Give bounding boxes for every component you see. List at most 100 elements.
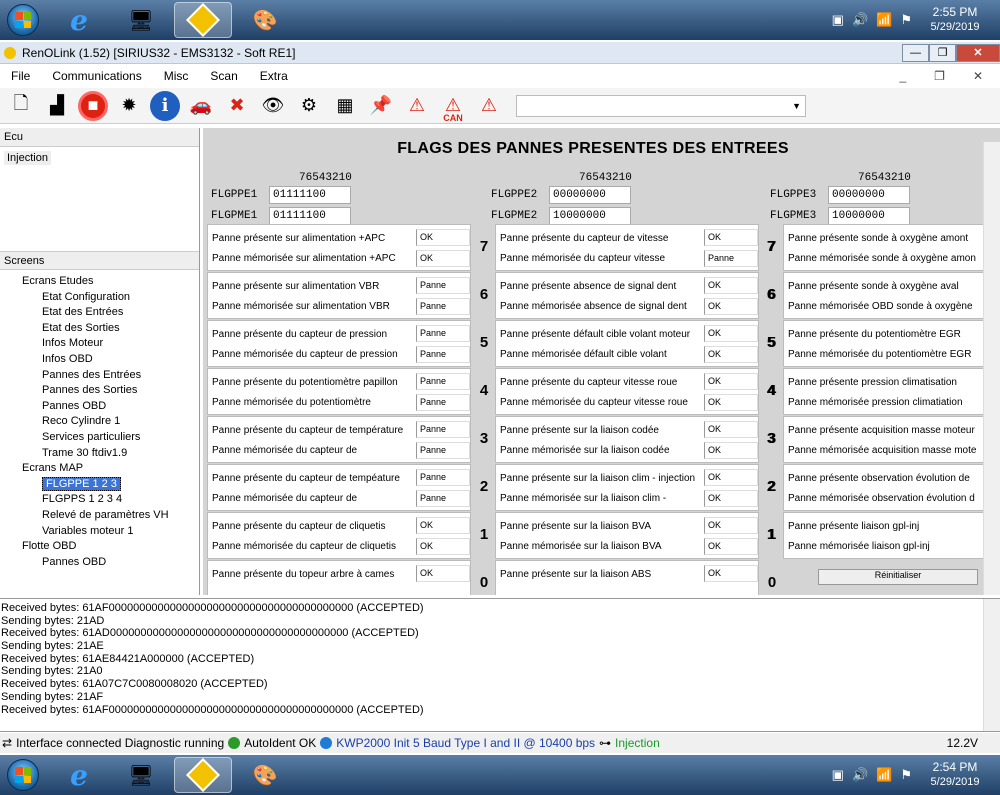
- fault-present-label: Panne présente absence de signal dent: [500, 281, 677, 292]
- cancel-button[interactable]: ✖: [222, 91, 252, 121]
- tree-item[interactable]: Infos OBD: [2, 352, 199, 368]
- clock[interactable]: 2:55 PM 5/29/2019: [920, 5, 990, 35]
- maximize-button[interactable]: ❐: [929, 43, 956, 62]
- taskbar-computer-button[interactable]: 🖥: [112, 2, 170, 38]
- stairs-button[interactable]: ▟: [42, 91, 72, 121]
- menu-file[interactable]: File: [0, 69, 41, 83]
- windows-logo-icon: [7, 4, 39, 36]
- mdi-minimize-icon[interactable]: _: [888, 69, 917, 83]
- menu-scan[interactable]: Scan: [199, 69, 248, 83]
- tree-item-label: Relevé de paramètres VH: [42, 508, 169, 521]
- fault-present-value: Panne: [416, 469, 470, 486]
- device-icon[interactable]: ▣: [832, 12, 844, 28]
- device-icon[interactable]: ▣: [832, 767, 844, 783]
- fault-present-label: Panne présente sonde à oxygène amont: [788, 233, 969, 244]
- start-button[interactable]: [0, 1, 46, 39]
- ecu-item-injection[interactable]: Injection: [4, 151, 51, 165]
- bit-number: 1: [479, 526, 489, 543]
- volume-icon[interactable]: 🔊: [852, 12, 868, 28]
- tree-item[interactable]: Infos Moteur: [2, 336, 199, 352]
- taskbar-renolink-button[interactable]: [174, 757, 232, 793]
- tree-item[interactable]: Variables moteur 1: [2, 524, 199, 540]
- info-button[interactable]: i: [150, 90, 180, 121]
- fault-cell: Panne présente sur la liaison codée Panne…: [495, 416, 759, 463]
- reset-button[interactable]: Réinitialiser: [818, 569, 978, 585]
- minimize-button[interactable]: —: [902, 43, 929, 62]
- flag-label: FLGPME1: [211, 209, 258, 222]
- flag-icon[interactable]: ⚑: [900, 767, 912, 783]
- tree-item-label: Reco Cylindre 1: [42, 415, 121, 428]
- fault-present-label: Panne présente pression climatisation: [788, 377, 957, 388]
- fault-cell: Panne présente du capteur de température…: [207, 416, 471, 463]
- taskbar-paint-button[interactable]: 🎨: [236, 757, 294, 793]
- window-title: RenOLink (1.52) [SIRIUS32 - EMS3132 - So…: [22, 45, 296, 60]
- computer-icon: 🖥: [128, 9, 154, 32]
- tree-item[interactable]: Pannes des Entrées: [2, 368, 199, 384]
- settings-button[interactable]: ⚙: [294, 91, 324, 121]
- start-button[interactable]: [0, 756, 46, 794]
- taskbar-ie-button[interactable]: e: [50, 2, 108, 38]
- clear-warning-button[interactable]: ⚠: [474, 91, 504, 121]
- clock[interactable]: 2:54 PM 5/29/2019: [920, 760, 990, 790]
- menu-communications[interactable]: Communications: [41, 69, 152, 83]
- clock-date: 5/29/2019: [930, 776, 980, 788]
- tree-item-label: Pannes des Entrées: [42, 368, 142, 381]
- flag-icon[interactable]: ⚑: [900, 12, 912, 28]
- fault-memo-value: OK: [704, 346, 758, 363]
- tree-item[interactable]: Pannes des Sorties: [2, 383, 199, 399]
- log-scrollbar[interactable]: [983, 599, 1000, 731]
- fault-present-value: OK: [416, 229, 470, 246]
- open-file-button[interactable]: 🗋: [6, 91, 36, 121]
- tree-item[interactable]: Etat des Sorties: [2, 321, 199, 337]
- taskbar-paint-button[interactable]: 🎨: [236, 2, 294, 38]
- tree-item[interactable]: FLGPPE 1 2 3: [2, 476, 199, 493]
- panel-button[interactable]: ▦: [330, 91, 360, 121]
- mdi-restore-icon[interactable]: ❐: [923, 69, 956, 83]
- tree-item[interactable]: Flotte OBD: [2, 539, 199, 555]
- mdi-close-icon[interactable]: ✕: [962, 69, 994, 83]
- ecu-button[interactable]: ✹: [114, 91, 144, 121]
- taskbar-bottom: e 🖥 🎨 ▣ 🔊 📶 ⚑ 2:54 PM 5/29/2019: [0, 755, 1000, 795]
- fault-memo-label: Panne mémorisée du potentiomètre EGR: [788, 349, 972, 360]
- menu-bar: File Communications Misc Scan Extra _ ❐ …: [0, 65, 1000, 87]
- binoculars-button[interactable]: 👁: [258, 91, 288, 121]
- tree-item[interactable]: Reco Cylindre 1: [2, 414, 199, 430]
- tree-item[interactable]: Ecrans Etudes: [2, 274, 199, 290]
- tree-item[interactable]: Pannes OBD: [2, 399, 199, 415]
- network-icon[interactable]: 📶: [876, 12, 892, 28]
- warning-button[interactable]: ⚠: [402, 91, 432, 121]
- tree-item[interactable]: Etat des Entrées: [2, 305, 199, 321]
- can-warning-button[interactable]: ⚠ CAN: [438, 91, 468, 123]
- tree-item[interactable]: Trame 30 ftdiv1.9: [2, 446, 199, 462]
- log-line: Received bytes: 61A07C7C0080008020 (ACCE…: [1, 678, 268, 691]
- tree-item[interactable]: FLGPPS 1 2 3 4: [2, 492, 199, 508]
- taskbar-computer-button[interactable]: 🖥: [112, 757, 170, 793]
- taskbar-renolink-button[interactable]: [174, 2, 232, 38]
- taskbar-ie-button[interactable]: e: [50, 757, 108, 793]
- tree-item[interactable]: Relevé de paramètres VH: [2, 508, 199, 524]
- computer-icon: 🖥: [128, 764, 154, 787]
- fault-present-value: OK: [416, 565, 470, 582]
- fault-present-label: Panne présente du capteur de température: [212, 425, 404, 436]
- network-icon[interactable]: 📶: [876, 767, 892, 783]
- menu-extra[interactable]: Extra: [249, 69, 299, 83]
- tree-item[interactable]: Etat Configuration: [2, 290, 199, 306]
- bit-header: 76543210: [858, 172, 911, 184]
- menu-misc[interactable]: Misc: [153, 69, 200, 83]
- tree-item-label: Infos Moteur: [42, 337, 104, 350]
- main-scrollbar[interactable]: [983, 142, 1000, 595]
- toolbar-dropdown[interactable]: ▼: [516, 94, 806, 117]
- stop-button[interactable]: ■: [78, 90, 108, 121]
- fault-present-label: Panne présente défault cible volant mote…: [500, 329, 691, 340]
- clock-date: 5/29/2019: [930, 21, 980, 33]
- tree-item[interactable]: Pannes OBD: [2, 555, 199, 571]
- pin-button[interactable]: 📌: [366, 91, 396, 121]
- fault-present-value: OK: [704, 421, 758, 438]
- fault-cell: Panne présente acquisition masse moteur P…: [783, 416, 1000, 463]
- close-button[interactable]: ✕: [956, 43, 1000, 62]
- volume-icon[interactable]: 🔊: [852, 767, 868, 783]
- tree-item[interactable]: Services particuliers: [2, 430, 199, 446]
- status-voltage: 12.2V: [946, 736, 978, 750]
- tree-item[interactable]: Ecrans MAP: [2, 461, 199, 477]
- car-button[interactable]: 🚗: [186, 91, 216, 121]
